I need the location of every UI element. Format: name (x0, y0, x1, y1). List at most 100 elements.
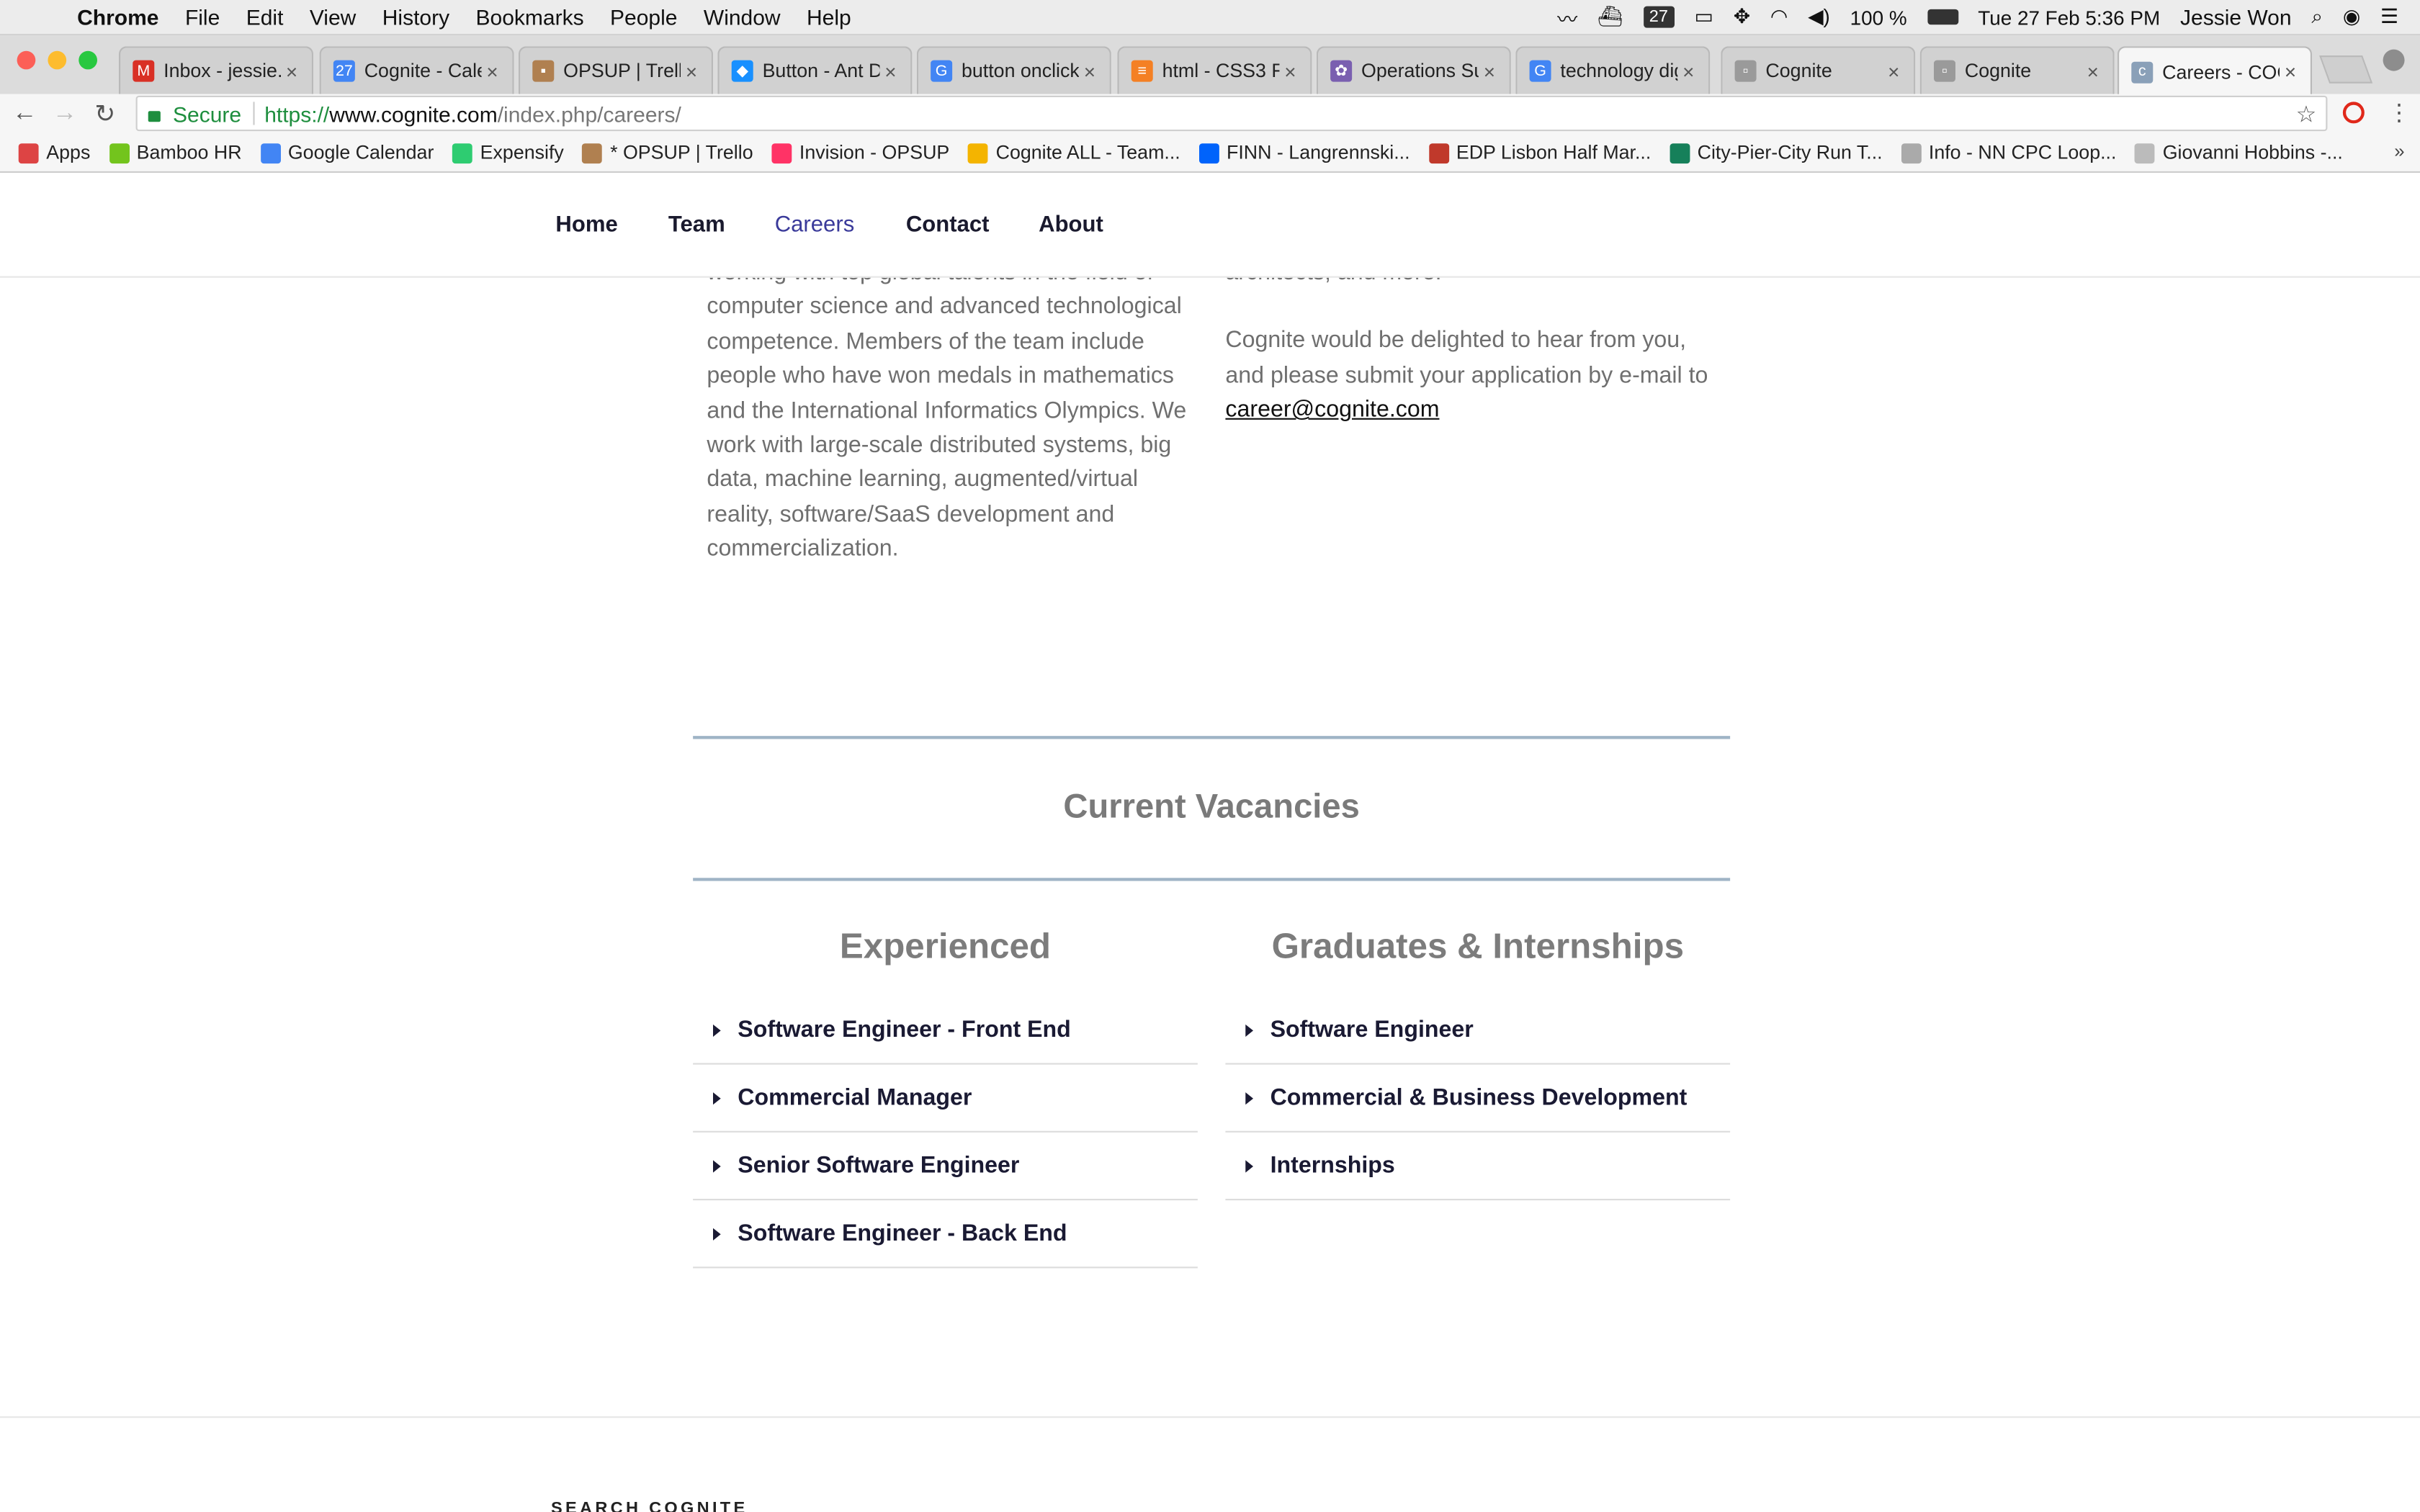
back-arrow-icon[interactable]: ← (9, 100, 40, 128)
close-tab-icon[interactable]: × (2280, 60, 2301, 84)
bookmark-item[interactable]: Giovanni Hobbins -... (2135, 142, 2343, 163)
browser-tab[interactable]: 27 Cognite - Calen× (319, 46, 514, 94)
bookmark-label: Giovanni Hobbins -... (2162, 142, 2343, 164)
opera-extension-icon[interactable] (2342, 102, 2365, 124)
close-window-icon[interactable] (17, 50, 36, 70)
browser-tab[interactable]: ▫ Cognite × (1919, 46, 2115, 94)
browser-tab[interactable]: c Careers - COG × (2118, 46, 2312, 96)
zoom-window-icon[interactable] (79, 50, 97, 70)
new-tab-button[interactable] (2319, 55, 2373, 84)
nav-contact[interactable]: Contact (906, 213, 990, 238)
clock[interactable]: Tue 27 Feb 5:36 PM (1978, 6, 2160, 29)
reload-icon[interactable]: ↻ (89, 99, 120, 130)
vacancy-item[interactable]: Commercial & Business Development (1225, 1065, 1731, 1133)
vacancies-top-rule (693, 736, 1731, 739)
browser-tab[interactable]: ≡ html - CSS3 Fle× (1117, 46, 1312, 94)
menu-view[interactable]: View (310, 4, 356, 29)
menu-history[interactable]: History (382, 4, 449, 29)
spotlight-icon[interactable]: ⌕ (2311, 4, 2323, 29)
volume-icon[interactable]: ◀) (1808, 4, 1830, 29)
menu-bookmarks[interactable]: Bookmarks (476, 4, 584, 29)
vacancy-title: Software Engineer - Back End (738, 1220, 1067, 1247)
mustache-icon[interactable]: 〰 (1557, 2, 1577, 32)
menu-edit[interactable]: Edit (246, 4, 284, 29)
menu-help[interactable]: Help (807, 4, 851, 29)
bookmark-item[interactable]: * OPSUP | Trello (582, 142, 753, 163)
close-tab-icon[interactable]: × (1479, 60, 1500, 83)
tab-favicon-icon: ▫ (1734, 60, 1757, 82)
bookmark-favicon-icon (771, 143, 792, 163)
bookmarks-overflow-icon[interactable]: » (2394, 140, 2404, 162)
bookmark-item[interactable]: City-Pier-City Run T... (1670, 142, 1883, 163)
close-tab-icon[interactable]: × (879, 60, 901, 83)
tab-favicon-icon: M (133, 60, 155, 82)
vacancy-item[interactable]: Senior Software Engineer (693, 1133, 1198, 1201)
address-bar[interactable]: Secure https://www.cognite.com/index.php… (135, 95, 2328, 132)
nav-team[interactable]: Team (668, 213, 725, 238)
close-tab-icon[interactable]: × (1883, 60, 1904, 83)
bookmark-item[interactable]: Info - NN CPC Loop... (1901, 142, 2116, 163)
browser-tab[interactable]: Gbutton onclick × (916, 46, 1111, 94)
menu-people[interactable]: People (610, 4, 677, 29)
close-tab-icon[interactable]: × (482, 60, 503, 83)
notification-center-icon[interactable]: ☰ (2380, 4, 2398, 29)
airplay-icon[interactable]: ▭ (1694, 4, 1713, 29)
close-tab-icon[interactable]: × (281, 60, 302, 83)
close-tab-icon[interactable]: × (1279, 60, 1301, 83)
vacancy-item[interactable]: Commercial Manager (693, 1065, 1198, 1133)
bookmark-item[interactable]: FINN - Langrennski... (1198, 142, 1410, 163)
forward-arrow-icon[interactable]: → (50, 100, 81, 128)
tab-title: Careers - COG (2162, 60, 2280, 83)
vacancy-item[interactable]: Software Engineer - Back End (693, 1200, 1198, 1269)
bookmark-item[interactable]: Google Calendar (260, 142, 434, 163)
lock-icon (148, 111, 161, 122)
vacancy-item[interactable]: Software Engineer (1225, 996, 1731, 1065)
browser-tab[interactable]: ✿ Operations Sup× (1316, 46, 1511, 94)
nav-home[interactable]: Home (555, 213, 617, 238)
browser-tab[interactable]: ◆ Button - Ant De× (717, 46, 913, 94)
siri-icon[interactable]: ◉ (2343, 4, 2360, 29)
user-name[interactable]: Jessie Won (2180, 4, 2292, 29)
vacancy-title: Commercial & Business Development (1270, 1084, 1688, 1111)
tab-favicon-icon: G (1529, 60, 1551, 82)
bookmark-favicon-icon (2135, 143, 2155, 163)
browser-tab[interactable]: ▫ Cognite × (1721, 46, 1916, 94)
bookmark-favicon-icon (1428, 143, 1449, 163)
bookmark-label: City-Pier-City Run T... (1697, 142, 1883, 164)
close-tab-icon[interactable]: × (1079, 60, 1101, 83)
bookmark-item[interactable]: Expensify (452, 142, 564, 163)
vacancy-item[interactable]: Software Engineer - Front End (693, 996, 1198, 1065)
bookmark-item[interactable]: Cognite ALL - Team... (968, 142, 1180, 163)
bookmark-item[interactable]: EDP Lisbon Half Mar... (1428, 142, 1651, 163)
bookmark-favicon-icon (968, 143, 988, 163)
browser-tab[interactable]: ▪ OPSUP | Trello × (519, 46, 713, 94)
battery-percent[interactable]: 100 % (1850, 6, 1907, 29)
bookmark-item[interactable]: Invision - OPSUP (771, 142, 949, 163)
wifi-icon[interactable]: ◠ (1770, 4, 1788, 29)
vacancy-title: Internships (1270, 1152, 1395, 1179)
close-tab-icon[interactable]: × (1677, 60, 1699, 83)
move-icon[interactable]: ✥ (1734, 4, 1750, 29)
browser-tab[interactable]: Gtechnology dig × (1515, 46, 1711, 94)
bookmark-apps[interactable]: Apps (18, 142, 90, 163)
docker-icon[interactable]: ⛴ (1597, 4, 1623, 29)
career-email-link[interactable]: career@cognite.com (1225, 397, 1439, 423)
battery-icon[interactable] (1927, 6, 1958, 29)
close-tab-icon[interactable]: × (681, 60, 702, 83)
nav-about[interactable]: About (1039, 213, 1103, 238)
calendar-badge[interactable]: 27 (1643, 6, 1675, 28)
nav-careers[interactable]: Careers (775, 213, 855, 238)
caret-right-icon (712, 1092, 721, 1104)
minimize-window-icon[interactable] (48, 50, 67, 70)
menu-window[interactable]: Window (704, 4, 781, 29)
browser-tab[interactable]: M Inbox - jessie.w× (119, 46, 313, 94)
menu-app-chrome[interactable]: Chrome (77, 4, 158, 29)
experienced-heading: Experienced (839, 925, 1052, 966)
bookmark-item[interactable]: Bamboo HR (109, 142, 242, 163)
bookmark-star-icon[interactable]: ☆ (2296, 100, 2317, 127)
menu-file[interactable]: File (185, 4, 220, 29)
profile-icon[interactable] (2383, 49, 2405, 71)
close-tab-icon[interactable]: × (2082, 60, 2104, 83)
menu-kebab-icon[interactable]: ⋮ (2388, 99, 2411, 126)
vacancy-item[interactable]: Internships (1225, 1133, 1731, 1201)
